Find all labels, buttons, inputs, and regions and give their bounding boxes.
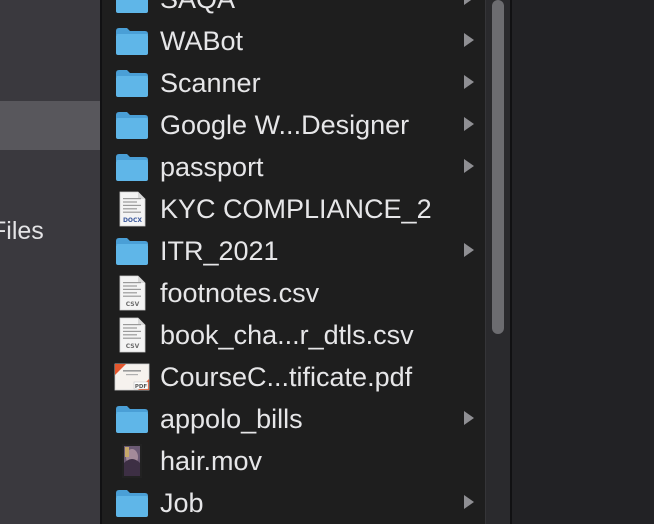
finder-window: Files SAQA WABot Scanner Google W...Designe… — [0, 0, 654, 524]
folder-row[interactable]: ITR_2021 — [102, 230, 484, 272]
folder-icon — [114, 233, 150, 269]
svg-text:CSV: CSV — [126, 301, 140, 308]
csv-file-icon: CSV — [114, 317, 150, 353]
file-row[interactable]: hair.mov — [102, 440, 484, 482]
folder-icon — [114, 149, 150, 185]
item-name: Job — [160, 488, 204, 518]
sidebar-item-selected[interactable] — [0, 101, 100, 150]
pdf-file-icon: PDF — [114, 359, 150, 395]
chevron-right-icon — [464, 495, 474, 509]
item-name: SAQA — [160, 0, 235, 20]
sidebar-item-label[interactable]: Files — [0, 214, 44, 248]
folder-row[interactable]: Scanner — [102, 62, 484, 104]
folder-icon — [114, 485, 150, 521]
browser-column-next — [512, 0, 654, 524]
folder-row[interactable]: passport — [102, 146, 484, 188]
item-name: WABot — [160, 26, 244, 56]
file-row[interactable]: DOCX KYC COMPLIANCE_2 — [102, 188, 484, 230]
chevron-right-icon — [464, 0, 474, 5]
folder-row[interactable]: appolo_bills — [102, 398, 484, 440]
chevron-right-icon — [464, 117, 474, 131]
docx-file-icon: DOCX — [114, 191, 150, 227]
csv-file-icon: CSV — [114, 275, 150, 311]
file-row[interactable]: CSV book_cha...r_dtls.csv — [102, 314, 484, 356]
folder-icon — [114, 0, 150, 17]
item-name: appolo_bills — [160, 404, 303, 434]
svg-text:PDF: PDF — [135, 384, 148, 390]
sidebar-item-label-text: iles — [6, 217, 44, 245]
chevron-right-icon — [464, 159, 474, 173]
video-thumbnail-icon — [114, 443, 150, 479]
item-name: Scanner — [160, 68, 261, 98]
chevron-right-icon — [464, 243, 474, 257]
file-list: SAQA WABot Scanner Google W...Designer passp… — [102, 0, 484, 524]
item-name: ITR_2021 — [160, 236, 279, 266]
sidebar: Files — [0, 0, 100, 524]
folder-row[interactable]: Job — [102, 482, 484, 524]
file-row[interactable]: CSV footnotes.csv — [102, 272, 484, 314]
scrollbar-thumb[interactable] — [492, 0, 504, 334]
item-name: book_cha...r_dtls.csv — [160, 320, 414, 350]
item-name: passport — [160, 152, 264, 182]
folder-icon — [114, 401, 150, 437]
folder-row[interactable]: WABot — [102, 20, 484, 62]
folder-icon — [114, 107, 150, 143]
item-name: CourseC...tificate.pdf — [160, 362, 413, 392]
item-name: KYC COMPLIANCE_2 — [160, 194, 432, 224]
item-name: Google W...Designer — [160, 110, 410, 140]
folder-row[interactable]: Google W...Designer — [102, 104, 484, 146]
folder-icon — [114, 23, 150, 59]
item-name: footnotes.csv — [160, 278, 320, 308]
chevron-right-icon — [464, 75, 474, 89]
browser-column: SAQA WABot Scanner Google W...Designer passp… — [102, 0, 511, 524]
item-name: hair.mov — [160, 446, 263, 476]
chevron-right-icon — [464, 411, 474, 425]
svg-text:DOCX: DOCX — [123, 217, 142, 224]
folder-icon — [114, 65, 150, 101]
chevron-right-icon — [464, 33, 474, 47]
file-row[interactable]: PDF CourseC...tificate.pdf — [102, 356, 484, 398]
folder-row[interactable]: SAQA — [102, 0, 484, 20]
svg-text:CSV: CSV — [126, 343, 140, 350]
